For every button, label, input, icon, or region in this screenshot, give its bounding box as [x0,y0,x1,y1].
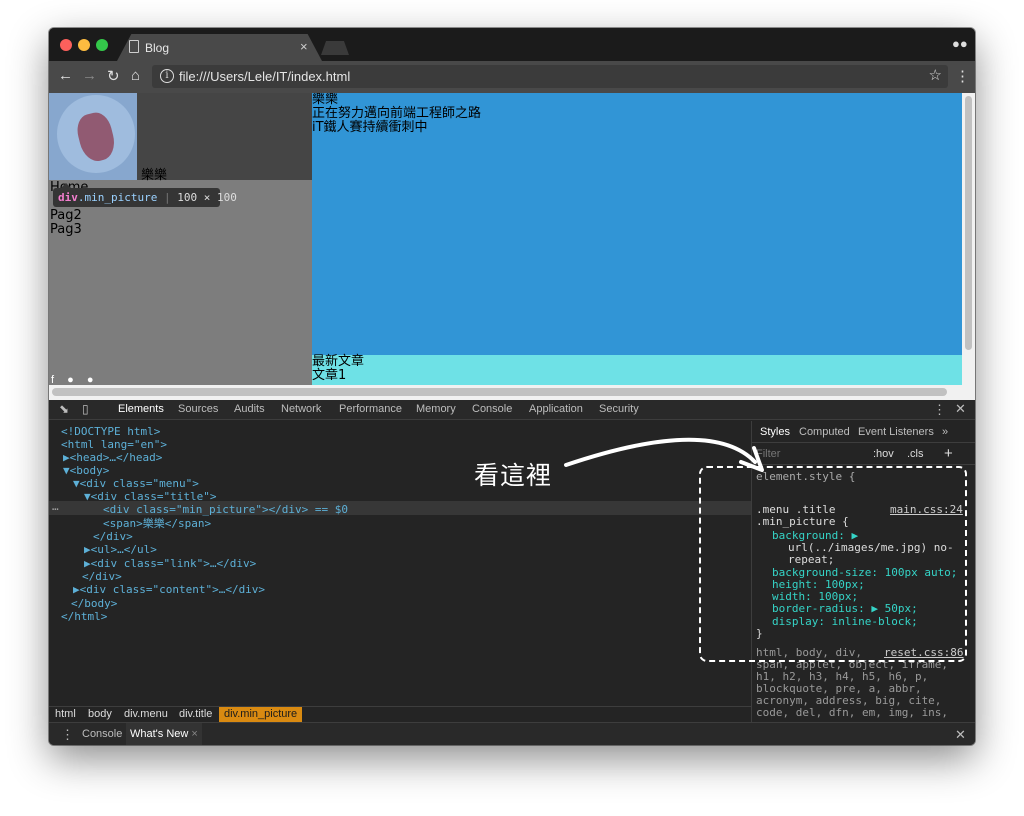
annotation-arrow-icon [564,437,764,472]
